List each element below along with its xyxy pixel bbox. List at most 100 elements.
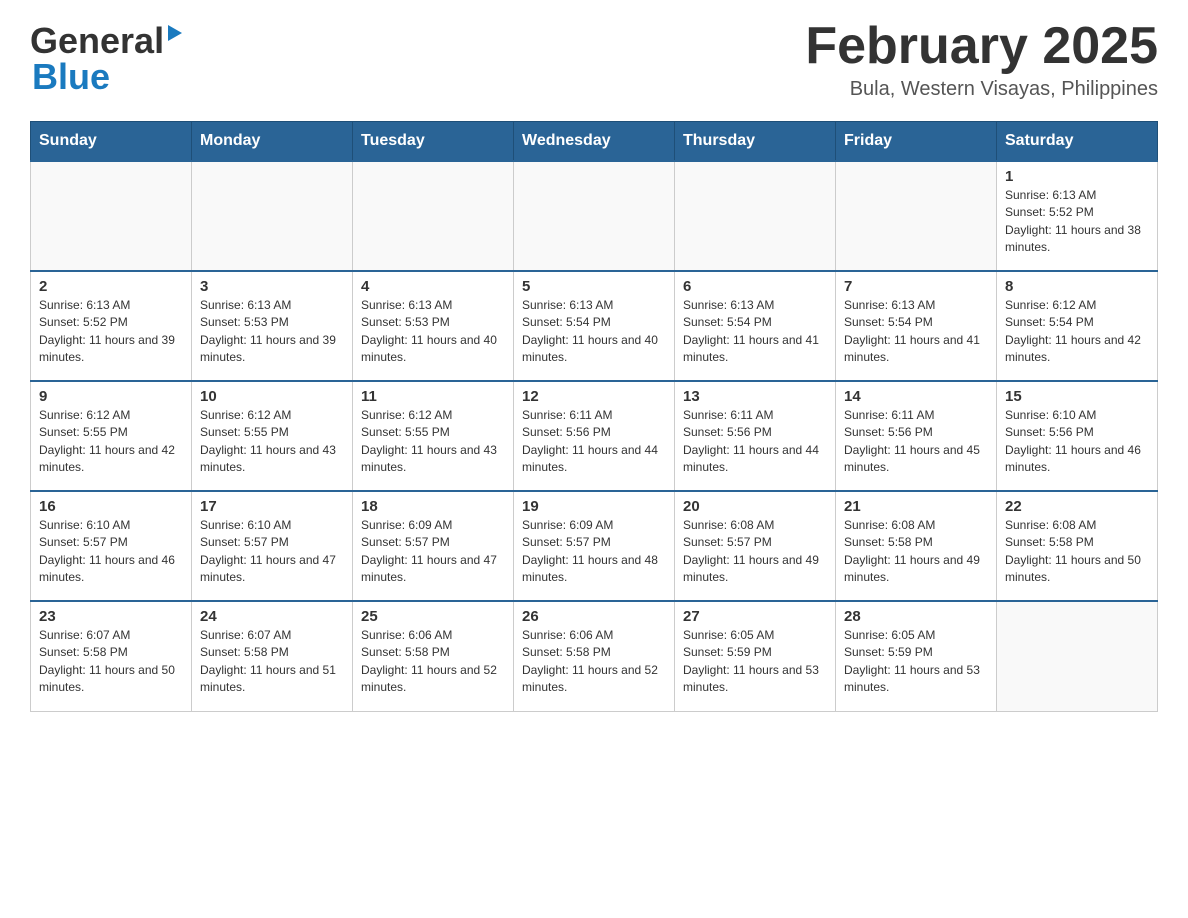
day-number: 13: [683, 388, 827, 405]
day-number: 14: [844, 388, 988, 405]
day-cell: 14 Sunrise: 6:11 AMSunset: 5:56 PMDayligh…: [836, 381, 997, 491]
day-info: Sunrise: 6:13 AMSunset: 5:54 PMDaylight:…: [683, 297, 827, 367]
day-info: Sunrise: 6:05 AMSunset: 5:59 PMDaylight:…: [683, 627, 827, 697]
day-cell: 19 Sunrise: 6:09 AMSunset: 5:57 PMDayligh…: [514, 491, 675, 601]
header-wednesday: Wednesday: [514, 122, 675, 162]
month-title: February 2025: [805, 20, 1158, 72]
day-info: Sunrise: 6:06 AMSunset: 5:58 PMDaylight:…: [522, 627, 666, 697]
day-info: Sunrise: 6:11 AMSunset: 5:56 PMDaylight:…: [844, 407, 988, 477]
day-info: Sunrise: 6:05 AMSunset: 5:59 PMDaylight:…: [844, 627, 988, 697]
day-info: Sunrise: 6:13 AMSunset: 5:52 PMDaylight:…: [39, 297, 183, 367]
page-header: General Blue February 2025 Bula, Western…: [30, 20, 1158, 101]
day-number: 15: [1005, 388, 1149, 405]
week-row-3: 9 Sunrise: 6:12 AMSunset: 5:55 PMDaylight…: [31, 381, 1158, 491]
day-cell: 18Sunrise: 6:09 AMSunset: 5:57 PMDayligh…: [353, 491, 514, 601]
week-row-1: 1Sunrise: 6:13 AMSunset: 5:52 PMDaylight…: [31, 161, 1158, 271]
header-friday: Friday: [836, 122, 997, 162]
day-cell: [192, 161, 353, 271]
header-tuesday: Tuesday: [353, 122, 514, 162]
day-number: 4: [361, 278, 505, 295]
day-info: Sunrise: 6:11 AMSunset: 5:56 PMDaylight:…: [522, 407, 666, 477]
day-info: Sunrise: 6:07 AMSunset: 5:58 PMDaylight:…: [200, 627, 344, 697]
day-cell: 2Sunrise: 6:13 AMSunset: 5:52 PMDaylight…: [31, 271, 192, 381]
header-thursday: Thursday: [675, 122, 836, 162]
day-info: Sunrise: 6:09 AMSunset: 5:57 PMDaylight:…: [522, 517, 666, 587]
week-row-5: 23 Sunrise: 6:07 AMSunset: 5:58 PMDayligh…: [31, 601, 1158, 711]
logo-flag-icon: [164, 25, 184, 50]
day-cell: 21 Sunrise: 6:08 AMSunset: 5:58 PMDayligh…: [836, 491, 997, 601]
day-number: 1: [1005, 168, 1149, 185]
day-number: 11: [361, 388, 505, 405]
day-cell: [514, 161, 675, 271]
day-cell: 26 Sunrise: 6:06 AMSunset: 5:58 PMDayligh…: [514, 601, 675, 711]
day-cell: 28 Sunrise: 6:05 AMSunset: 5:59 PMDayligh…: [836, 601, 997, 711]
day-number: 5: [522, 278, 666, 295]
day-number: 17: [200, 498, 344, 515]
day-cell: 24 Sunrise: 6:07 AMSunset: 5:58 PMDayligh…: [192, 601, 353, 711]
week-row-2: 2Sunrise: 6:13 AMSunset: 5:52 PMDaylight…: [31, 271, 1158, 381]
day-number: 8: [1005, 278, 1149, 295]
day-cell: 9 Sunrise: 6:12 AMSunset: 5:55 PMDaylight…: [31, 381, 192, 491]
calendar-header-row: SundayMondayTuesdayWednesdayThursdayFrid…: [31, 122, 1158, 162]
day-cell: [31, 161, 192, 271]
day-info: Sunrise: 6:08 AMSunset: 5:58 PMDaylight:…: [1005, 517, 1149, 587]
day-cell: [675, 161, 836, 271]
day-cell: 7 Sunrise: 6:13 AMSunset: 5:54 PMDaylight…: [836, 271, 997, 381]
day-number: 28: [844, 608, 988, 625]
day-cell: 22 Sunrise: 6:08 AMSunset: 5:58 PMDayligh…: [997, 491, 1158, 601]
day-number: 26: [522, 608, 666, 625]
day-number: 7: [844, 278, 988, 295]
day-info: Sunrise: 6:13 AMSunset: 5:53 PMDaylight:…: [361, 297, 505, 367]
day-cell: 5 Sunrise: 6:13 AMSunset: 5:54 PMDaylight…: [514, 271, 675, 381]
day-info: Sunrise: 6:08 AMSunset: 5:57 PMDaylight:…: [683, 517, 827, 587]
day-number: 27: [683, 608, 827, 625]
day-number: 9: [39, 388, 183, 405]
day-info: Sunrise: 6:10 AMSunset: 5:57 PMDaylight:…: [200, 517, 344, 587]
day-info: Sunrise: 6:08 AMSunset: 5:58 PMDaylight:…: [844, 517, 988, 587]
day-info: Sunrise: 6:13 AMSunset: 5:54 PMDaylight:…: [844, 297, 988, 367]
day-cell: 6Sunrise: 6:13 AMSunset: 5:54 PMDaylight…: [675, 271, 836, 381]
day-number: 21: [844, 498, 988, 515]
day-info: Sunrise: 6:10 AMSunset: 5:56 PMDaylight:…: [1005, 407, 1149, 477]
day-info: Sunrise: 6:13 AMSunset: 5:54 PMDaylight:…: [522, 297, 666, 367]
day-cell: 11 Sunrise: 6:12 AMSunset: 5:55 PMDayligh…: [353, 381, 514, 491]
day-info: Sunrise: 6:12 AMSunset: 5:54 PMDaylight:…: [1005, 297, 1149, 367]
day-cell: 13 Sunrise: 6:11 AMSunset: 5:56 PMDayligh…: [675, 381, 836, 491]
day-number: 25: [361, 608, 505, 625]
day-cell: 3Sunrise: 6:13 AMSunset: 5:53 PMDaylight…: [192, 271, 353, 381]
day-cell: 4 Sunrise: 6:13 AMSunset: 5:53 PMDaylight…: [353, 271, 514, 381]
day-cell: 25 Sunrise: 6:06 AMSunset: 5:58 PMDayligh…: [353, 601, 514, 711]
day-info: Sunrise: 6:10 AMSunset: 5:57 PMDaylight:…: [39, 517, 183, 587]
day-cell: [836, 161, 997, 271]
location-text: Bula, Western Visayas, Philippines: [805, 78, 1158, 101]
day-number: 23: [39, 608, 183, 625]
day-info: Sunrise: 6:12 AMSunset: 5:55 PMDaylight:…: [361, 407, 505, 477]
day-number: 12: [522, 388, 666, 405]
day-cell: 15 Sunrise: 6:10 AMSunset: 5:56 PMDayligh…: [997, 381, 1158, 491]
day-info: Sunrise: 6:11 AMSunset: 5:56 PMDaylight:…: [683, 407, 827, 477]
day-number: 19: [522, 498, 666, 515]
day-info: Sunrise: 6:12 AMSunset: 5:55 PMDaylight:…: [39, 407, 183, 477]
day-cell: 16 Sunrise: 6:10 AMSunset: 5:57 PMDayligh…: [31, 491, 192, 601]
day-number: 3: [200, 278, 344, 295]
day-cell: 27 Sunrise: 6:05 AMSunset: 5:59 PMDayligh…: [675, 601, 836, 711]
day-number: 16: [39, 498, 183, 515]
day-cell: [353, 161, 514, 271]
day-info: Sunrise: 6:06 AMSunset: 5:58 PMDaylight:…: [361, 627, 505, 697]
day-cell: 23 Sunrise: 6:07 AMSunset: 5:58 PMDayligh…: [31, 601, 192, 711]
day-number: 20: [683, 498, 827, 515]
logo: General Blue: [30, 20, 184, 98]
day-cell: 17 Sunrise: 6:10 AMSunset: 5:57 PMDayligh…: [192, 491, 353, 601]
day-cell: 12 Sunrise: 6:11 AMSunset: 5:56 PMDayligh…: [514, 381, 675, 491]
title-section: February 2025 Bula, Western Visayas, Phi…: [805, 20, 1158, 101]
day-cell: 8 Sunrise: 6:12 AMSunset: 5:54 PMDaylight…: [997, 271, 1158, 381]
day-cell: 1Sunrise: 6:13 AMSunset: 5:52 PMDaylight…: [997, 161, 1158, 271]
header-monday: Monday: [192, 122, 353, 162]
logo-blue-text: Blue: [32, 56, 110, 98]
day-number: 24: [200, 608, 344, 625]
day-cell: 20 Sunrise: 6:08 AMSunset: 5:57 PMDayligh…: [675, 491, 836, 601]
day-number: 18: [361, 498, 505, 515]
day-number: 22: [1005, 498, 1149, 515]
day-info: Sunrise: 6:07 AMSunset: 5:58 PMDaylight:…: [39, 627, 183, 697]
day-info: Sunrise: 6:12 AMSunset: 5:55 PMDaylight:…: [200, 407, 344, 477]
